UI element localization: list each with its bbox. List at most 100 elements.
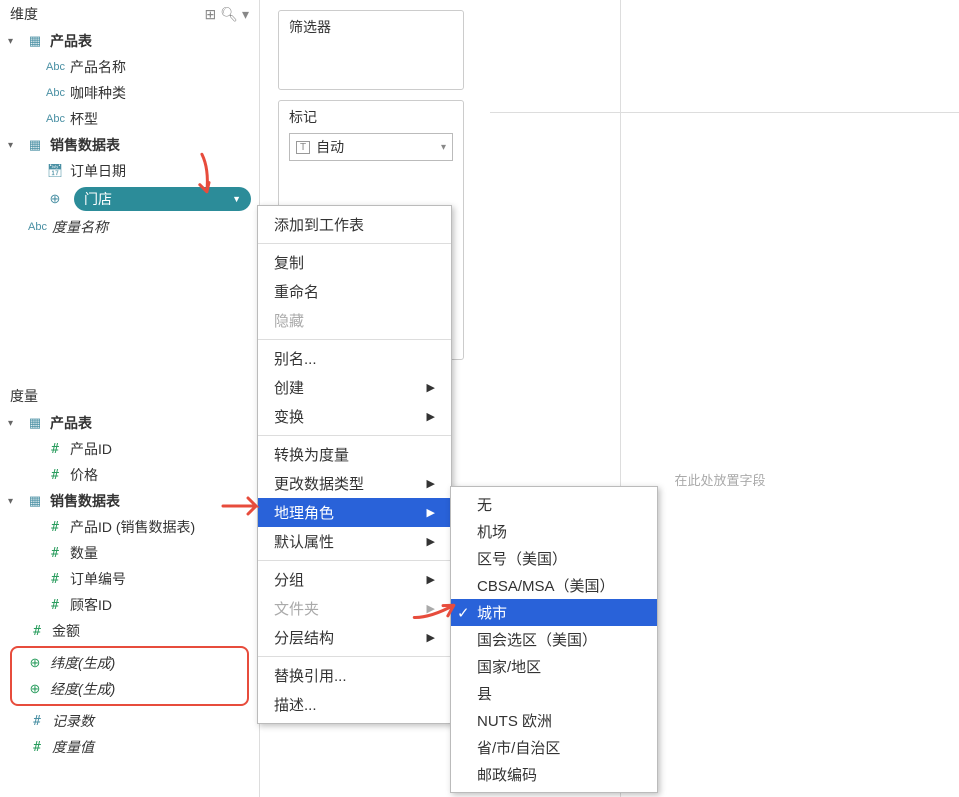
field-order-date[interactable]: 📅︎ 订单日期 <box>4 158 255 184</box>
menu-replace-ref[interactable]: 替换引用... <box>258 661 451 690</box>
measure-table-2[interactable]: ▾ ▦ 销售数据表 <box>4 488 255 514</box>
geo-zip[interactable]: 邮政编码 <box>451 761 657 788</box>
field-label: 产品ID (销售数据表) <box>70 517 251 537</box>
chevron-down-icon: ▾ <box>441 142 446 153</box>
menu-describe[interactable]: 描述... <box>258 690 451 719</box>
geo-state[interactable]: 省/市/自治区 <box>451 734 657 761</box>
submenu-arrow-icon: ▶ <box>427 535 435 548</box>
abc-icon: Abc <box>46 87 64 99</box>
pill-dropdown-icon[interactable]: ▼ <box>232 194 241 204</box>
table-icon: ▦ <box>26 137 44 153</box>
geo-airport[interactable]: 机场 <box>451 518 657 545</box>
field-cup-type[interactable]: Abc 杯型 <box>4 106 255 132</box>
field-longitude[interactable]: ⊕ 经度(生成) <box>12 676 247 702</box>
view-list-icon[interactable]: ⊞ <box>204 6 216 23</box>
menu-convert-measure[interactable]: 转换为度量 <box>258 440 451 469</box>
menu-hierarchy[interactable]: 分层结构▶ <box>258 623 451 652</box>
globe-icon: ⊕ <box>46 191 64 207</box>
dim-table-1[interactable]: ▾ ▦ 产品表 <box>4 28 255 54</box>
geo-county[interactable]: 县 <box>451 680 657 707</box>
field-product-id[interactable]: # 产品ID <box>4 436 255 462</box>
geo-cbsa[interactable]: CBSA/MSA（美国） <box>451 572 657 599</box>
text-mark-icon: T <box>296 141 310 154</box>
table-name: 产品表 <box>50 31 251 51</box>
abc-icon: Abc <box>46 113 64 125</box>
calendar-icon: 📅︎ <box>46 163 64 179</box>
field-label: 价格 <box>70 465 251 485</box>
submenu-arrow-icon: ▶ <box>427 573 435 586</box>
menu-group[interactable]: 分组▶ <box>258 565 451 594</box>
field-measure-values[interactable]: # 度量值 <box>4 734 255 760</box>
field-record-count[interactable]: # 记录数 <box>4 708 255 734</box>
menu-rename[interactable]: 重命名 <box>258 277 451 306</box>
menu-alias[interactable]: 别名... <box>258 344 451 373</box>
hash-icon: # <box>28 740 46 755</box>
hash-icon: # <box>46 520 64 535</box>
selected-field-pill[interactable]: 门店 ▼ <box>74 187 251 211</box>
menu-create[interactable]: 创建▶ <box>258 373 451 402</box>
table-name: 产品表 <box>50 413 251 433</box>
menu-separator <box>258 656 451 657</box>
submenu-arrow-icon: ▶ <box>427 381 435 394</box>
annotation-highlight-geo: ⊕ 纬度(生成) ⊕ 经度(生成) <box>10 646 249 706</box>
geo-role-submenu: 无 机场 区号（美国） CBSA/MSA（美国） ✓城市 国会选区（美国） 国家… <box>450 486 658 793</box>
field-amount[interactable]: # 金额 <box>4 618 255 644</box>
table-name: 销售数据表 <box>50 491 251 511</box>
expand-caret-icon[interactable]: ▾ <box>8 140 20 151</box>
hash-icon: # <box>46 598 64 613</box>
geo-nuts[interactable]: NUTS 欧洲 <box>451 707 657 734</box>
dropdown-caret-icon[interactable]: ▾ <box>242 6 249 23</box>
menu-default-props[interactable]: 默认属性▶ <box>258 527 451 556</box>
table-icon: ▦ <box>26 493 44 509</box>
field-customer-id[interactable]: # 顾客ID <box>4 592 255 618</box>
geo-country[interactable]: 国家/地区 <box>451 653 657 680</box>
menu-geo-role[interactable]: 地理角色▶ <box>258 498 451 527</box>
table-icon: ▦ <box>26 33 44 49</box>
hash-icon: # <box>46 572 64 587</box>
menu-transform[interactable]: 变换▶ <box>258 402 451 431</box>
geo-congress[interactable]: 国会选区（美国） <box>451 626 657 653</box>
field-label: 订单日期 <box>70 161 251 181</box>
hash-icon: # <box>46 546 64 561</box>
menu-change-datatype[interactable]: 更改数据类型▶ <box>258 469 451 498</box>
field-product-name[interactable]: Abc 产品名称 <box>4 54 255 80</box>
viz-divider-horizontal <box>490 112 959 113</box>
field-price[interactable]: # 价格 <box>4 462 255 488</box>
field-coffee-type[interactable]: Abc 咖啡种类 <box>4 80 255 106</box>
field-label: 度量名称 <box>52 217 251 237</box>
menu-add-to-sheet[interactable]: 添加到工作表 <box>258 210 451 239</box>
marks-title: 标记 <box>289 107 453 127</box>
measures-header: 度量 <box>0 382 259 410</box>
field-label: 杯型 <box>70 109 251 129</box>
marks-type-select[interactable]: T 自动 ▾ <box>289 133 453 161</box>
expand-caret-icon[interactable]: ▾ <box>8 496 20 507</box>
data-pane-sidebar: 维度 ⊞ 🔍︎ ▾ ▾ ▦ 产品表 Abc 产品名称 Abc 咖啡种类 Abc … <box>0 0 260 797</box>
measures-label: 度量 <box>10 386 38 406</box>
field-latitude[interactable]: ⊕ 纬度(生成) <box>12 650 247 676</box>
search-icon[interactable]: 🔍︎ <box>220 6 238 23</box>
hash-icon: # <box>28 624 46 639</box>
field-quantity[interactable]: # 数量 <box>4 540 255 566</box>
field-label: 门店 <box>84 189 226 209</box>
geo-city[interactable]: ✓城市 <box>451 599 657 626</box>
field-measure-names[interactable]: Abc 度量名称 <box>4 214 255 240</box>
menu-copy[interactable]: 复制 <box>258 248 451 277</box>
measures-tree: ▾ ▦ 产品表 # 产品ID # 价格 ▾ ▦ 销售数据表 # 产品ID (销售… <box>0 410 259 760</box>
expand-caret-icon[interactable]: ▾ <box>8 418 20 429</box>
dim-table-2[interactable]: ▾ ▦ 销售数据表 <box>4 132 255 158</box>
abc-icon: Abc <box>46 61 64 73</box>
field-label: 产品名称 <box>70 57 251 77</box>
expand-caret-icon[interactable]: ▾ <box>8 36 20 47</box>
field-store-selected[interactable]: ⊕ 门店 ▼ <box>4 184 255 214</box>
geo-areacode[interactable]: 区号（美国） <box>451 545 657 572</box>
field-product-id-sales[interactable]: # 产品ID (销售数据表) <box>4 514 255 540</box>
filters-card[interactable]: 筛选器 <box>278 10 464 90</box>
hash-icon: # <box>46 468 64 483</box>
menu-hide: 隐藏 <box>258 306 451 335</box>
field-label: 记录数 <box>52 711 251 731</box>
measure-table-1[interactable]: ▾ ▦ 产品表 <box>4 410 255 436</box>
geo-none[interactable]: 无 <box>451 491 657 518</box>
field-label: 顾客ID <box>70 595 251 615</box>
field-order-number[interactable]: # 订单编号 <box>4 566 255 592</box>
dimensions-label: 维度 <box>10 4 38 24</box>
